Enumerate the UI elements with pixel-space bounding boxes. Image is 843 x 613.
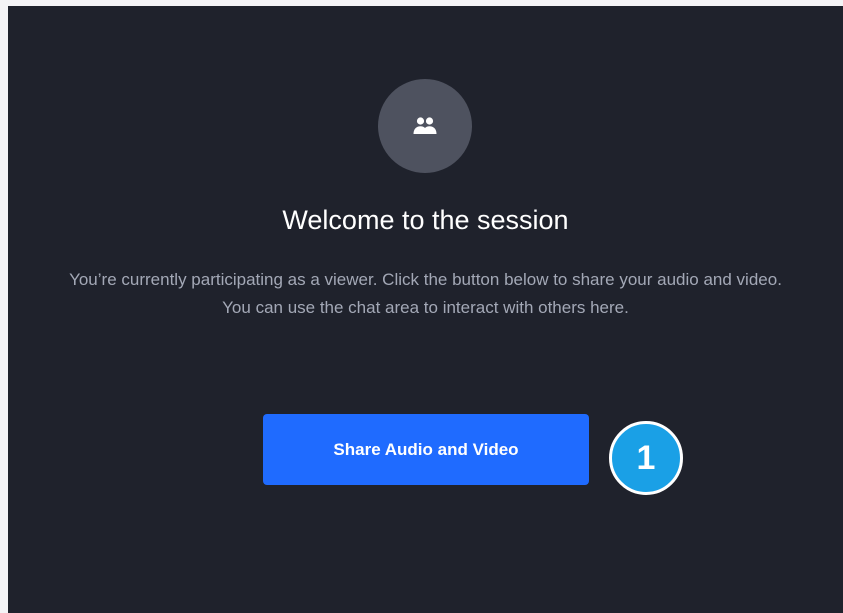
session-welcome-panel: Welcome to the session You’re currently … bbox=[8, 6, 843, 613]
welcome-description: You’re currently participating as a view… bbox=[69, 270, 782, 317]
participants-avatar bbox=[378, 79, 472, 173]
people-icon bbox=[412, 116, 438, 136]
share-audio-video-button[interactable]: Share Audio and Video bbox=[263, 414, 589, 485]
step-number-badge: 1 bbox=[609, 421, 683, 495]
welcome-title: Welcome to the session bbox=[282, 205, 569, 235]
